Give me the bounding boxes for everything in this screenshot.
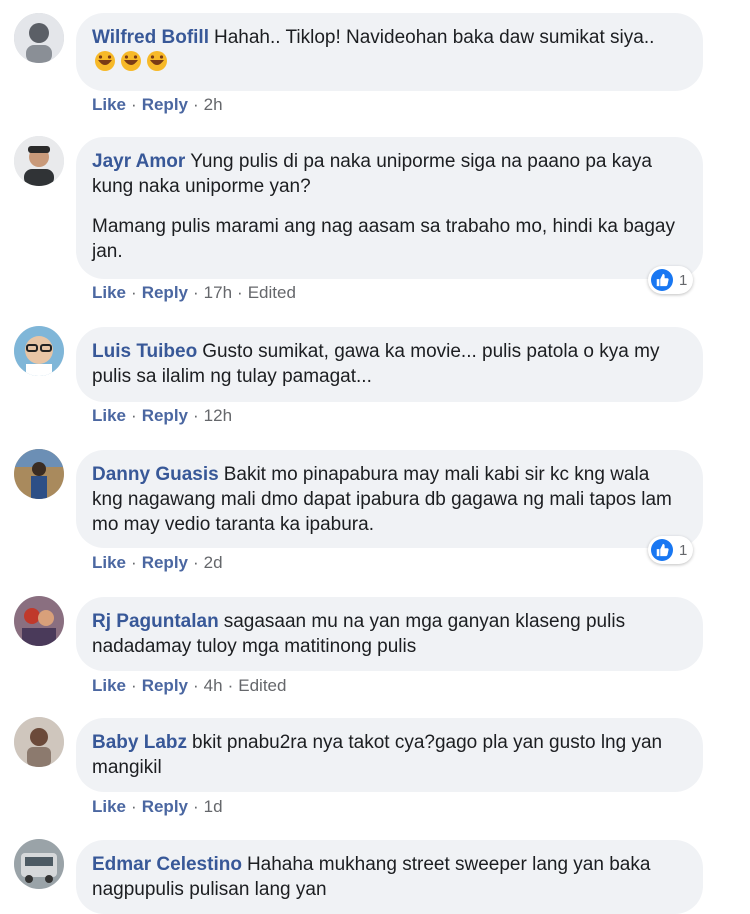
like-reaction-icon [651,539,673,561]
comment-author[interactable]: Wilfred Bofill [92,27,209,48]
like-reaction-icon [651,269,673,291]
comment-bubble: Baby Labz bkit pnabu2ra nya takot cya?gag… [76,718,703,792]
comment-bubble: Edmar Celestino Hahaha mukhang street swe… [76,840,703,914]
separator: · [193,553,199,572]
reply-link[interactable]: Reply [142,676,188,695]
avatar[interactable] [14,449,64,499]
avatar[interactable] [14,839,64,889]
comment-timestamp[interactable]: 4h [204,676,223,695]
separator: · [131,95,137,114]
comment-actions: Like · Reply · 17h · Edited [92,283,296,303]
separator: · [131,676,137,695]
separator: · [193,95,199,114]
separator: · [237,283,243,302]
comment-author[interactable]: Baby Labz [92,732,187,753]
comment-actions: Like · Reply · 4h · Edited [92,676,286,696]
like-link[interactable]: Like [92,553,126,572]
reaction-summary[interactable]: 1 [648,536,694,564]
separator: · [193,676,199,695]
edited-label[interactable]: Edited [248,283,296,302]
comment-actions: Like · Reply · 12h [92,406,232,426]
reply-link[interactable]: Reply [142,95,188,114]
reply-link[interactable]: Reply [142,797,188,816]
separator: · [227,676,234,695]
reply-link[interactable]: Reply [142,553,188,572]
laughing-emoji-icon [118,51,144,73]
comment-timestamp[interactable]: 17h [204,283,232,302]
reaction-count: 1 [679,271,688,289]
like-link[interactable]: Like [92,676,126,695]
reaction-count: 1 [679,541,688,559]
reply-link[interactable]: Reply [142,283,188,302]
comment-author[interactable]: Rj Paguntalan [92,611,219,632]
separator: · [193,797,199,816]
comment-timestamp[interactable]: 1d [204,797,223,816]
comment-timestamp[interactable]: 2h [204,95,223,114]
separator: · [131,283,137,302]
separator: · [193,283,199,302]
avatar[interactable] [14,136,64,186]
avatar[interactable] [14,326,64,376]
avatar[interactable] [14,13,64,63]
separator: · [131,553,137,572]
comment-text-paragraph: Mamang pulis marami ang nag aasam sa tra… [92,216,675,262]
like-link[interactable]: Like [92,283,126,302]
laughing-emoji-icon [92,51,118,73]
avatar[interactable] [14,596,64,646]
separator: · [193,406,199,425]
avatar[interactable] [14,717,64,767]
comment-bubble: Luis Tuibeo Gusto sumikat, gawa ka movie.… [76,327,703,402]
separator: · [131,406,137,425]
comment-timestamp[interactable]: 2d [204,553,223,572]
comment-author[interactable]: Luis Tuibeo [92,341,197,362]
reaction-summary[interactable]: 1 [648,266,694,294]
comment-bubble: Rj Paguntalan sagasaan mu na yan mga gany… [76,597,703,671]
comment-author[interactable]: Jayr Amor [92,151,185,172]
comment-actions: Like · Reply · 2h [92,95,223,115]
comment-author[interactable]: Edmar Celestino [92,854,242,875]
comment-bubble: Wilfred Bofill Hahah.. Tiklop! Navideohan… [76,13,703,91]
comment-text: Hahah.. Tiklop! Navideohan baka daw sumi… [214,27,655,48]
like-link[interactable]: Like [92,95,126,114]
laughing-emoji-icon [144,51,170,73]
comment-actions: Like · Reply · 2d [92,553,223,573]
comment-bubble: Danny Guasis Bakit mo pinapabura may mali… [76,450,703,548]
separator: · [131,797,137,816]
like-link[interactable]: Like [92,797,126,816]
like-link[interactable]: Like [92,406,126,425]
edited-label[interactable]: Edited [238,676,286,695]
comment-timestamp[interactable]: 12h [204,406,232,425]
comment-author[interactable]: Danny Guasis [92,464,219,485]
comment-actions: Like · Reply · 1d [92,797,223,817]
comment-bubble: Jayr Amor Yung pulis di pa naka uniporme … [76,137,703,279]
reply-link[interactable]: Reply [142,406,188,425]
